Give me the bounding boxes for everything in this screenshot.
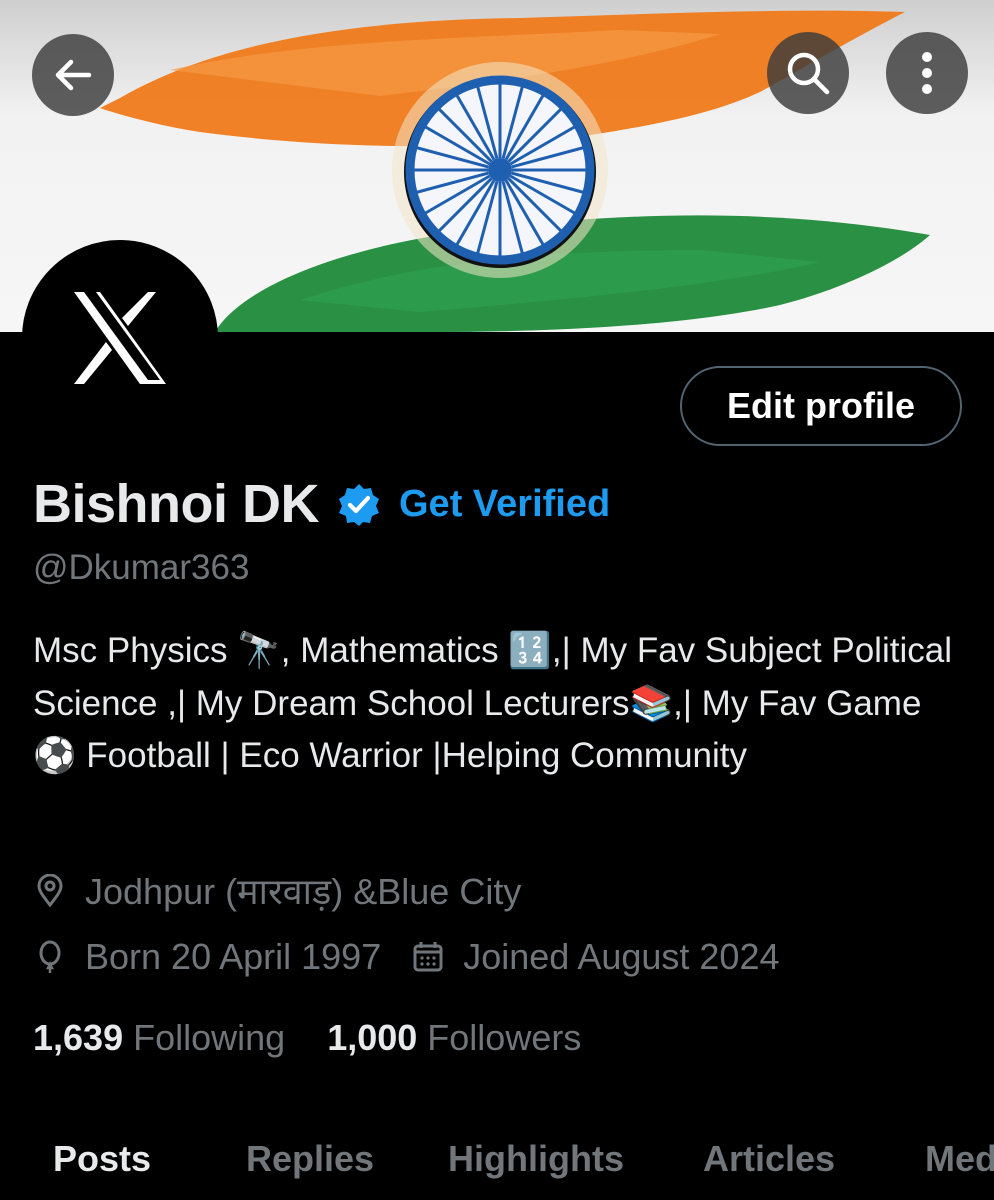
following-label: Following xyxy=(133,1017,286,1058)
x-logo-icon xyxy=(74,292,166,384)
get-verified-link[interactable]: Get Verified xyxy=(399,483,610,526)
avatar[interactable] xyxy=(22,240,218,436)
back-button[interactable] xyxy=(32,34,114,116)
search-icon xyxy=(787,52,830,95)
search-button[interactable] xyxy=(767,32,849,114)
arrow-left-icon xyxy=(55,59,92,91)
calendar-icon xyxy=(411,940,445,974)
tab-media[interactable]: Media xyxy=(925,1138,994,1180)
profile-handle: @Dkumar363 xyxy=(33,548,250,587)
edit-profile-button[interactable]: Edit profile xyxy=(680,366,962,446)
tab-posts[interactable]: Posts xyxy=(53,1138,151,1180)
joined-group: Joined August 2024 xyxy=(411,936,779,978)
profile-bio: Msc Physics 🔭, Mathematics 🔢,| My Fav Su… xyxy=(33,631,952,775)
more-vertical-icon xyxy=(922,52,932,94)
followers-link[interactable]: 1,000 Followers xyxy=(327,1017,581,1059)
tab-replies[interactable]: Replies xyxy=(246,1138,374,1180)
profile-name: Bishnoi DK xyxy=(33,474,320,534)
following-link[interactable]: 1,639 Following xyxy=(33,1017,285,1059)
following-count: 1,639 xyxy=(33,1017,124,1058)
profile-joined-date: Joined August 2024 xyxy=(463,936,780,977)
profile-name-row: Bishnoi DK Get Verified xyxy=(33,470,610,538)
dates-row: Born 20 April 1997 Joined August 2024 xyxy=(33,936,779,978)
balloon-icon xyxy=(33,940,67,974)
verified-badge-icon xyxy=(337,482,381,526)
more-options-button[interactable] xyxy=(886,32,968,114)
profile-location: Jodhpur (मारवाड़) &Blue City xyxy=(85,871,522,912)
location-pin-icon xyxy=(33,873,67,908)
followers-label: Followers xyxy=(427,1017,582,1058)
followers-count: 1,000 xyxy=(327,1017,418,1058)
profile-birthdate: Born 20 April 1997 xyxy=(85,936,382,977)
location-row: Jodhpur (मारवाड़) &Blue City xyxy=(33,866,521,915)
tab-highlights[interactable]: Highlights xyxy=(448,1138,624,1180)
tab-articles[interactable]: Articles xyxy=(703,1138,835,1180)
profile-tabs: Posts Replies Highlights Articles Media xyxy=(0,1120,994,1200)
follow-stats: 1,639 Following 1,000 Followers xyxy=(33,1017,581,1059)
